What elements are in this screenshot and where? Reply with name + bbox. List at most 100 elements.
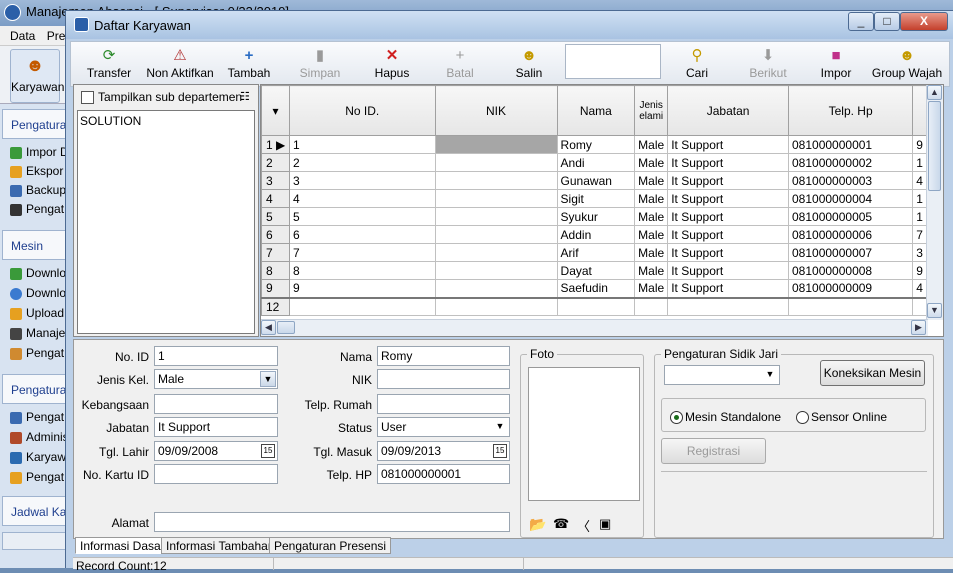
simpan-button[interactable]: ▮ Simpan — [297, 46, 343, 84]
sidebar-item-administrator[interactable]: Adminis — [8, 430, 70, 448]
radio-standalone[interactable] — [670, 411, 683, 424]
cell-jenis[interactable]: Male — [634, 261, 669, 280]
row-number[interactable]: 5 — [261, 207, 290, 226]
cell-nik[interactable] — [434, 153, 558, 172]
radio-online[interactable] — [796, 411, 809, 424]
cell-nama[interactable]: Arif — [556, 243, 636, 262]
menu-data[interactable]: Data — [10, 29, 35, 43]
cell-nama[interactable]: Saefudin — [556, 279, 636, 298]
cell-telp[interactable]: 081000000001 — [787, 135, 914, 154]
transfer-button[interactable]: ⟳ Transfer — [79, 46, 139, 84]
cell-nama[interactable]: Andi — [556, 153, 636, 172]
chevron-down-icon[interactable]: ▼ — [762, 367, 778, 383]
registrasi-button[interactable]: Registrasi — [661, 438, 766, 464]
chevron-down-icon[interactable]: ▼ — [260, 371, 276, 387]
cell-nik[interactable] — [434, 296, 558, 316]
eraser-icon[interactable]: 〈 — [577, 516, 590, 535]
sidebar-item-karyawan[interactable]: Karyaw — [8, 450, 70, 468]
nik-field[interactable] — [377, 369, 510, 389]
cell-jenis[interactable]: Male — [634, 171, 669, 190]
webcam-icon[interactable]: ▣ — [599, 516, 611, 532]
telp-hp-field[interactable]: 081000000001 — [377, 464, 510, 484]
row-number[interactable]: 4 — [261, 189, 290, 208]
cell-noid[interactable]: 1 — [288, 135, 436, 154]
salin-button[interactable]: ☻ Salin — [507, 46, 551, 84]
vertical-scrollbar[interactable]: ▲ ▼ — [926, 85, 943, 320]
cell-telp[interactable] — [787, 296, 914, 316]
cell-jenis[interactable]: Male — [634, 279, 669, 298]
cell-nik[interactable] — [434, 261, 558, 280]
cell-nama[interactable] — [556, 296, 636, 316]
sidebar-item-download-1[interactable]: Downlo — [8, 266, 70, 284]
cell-jabatan[interactable]: It Support — [667, 135, 789, 154]
sidebar-group-pengaturan-2[interactable]: Pengaturan — [2, 374, 70, 404]
table-row[interactable]: 7 7 Arif Male It Support 081000000007 3 — [261, 243, 943, 262]
camera-icon[interactable]: ☎ — [553, 516, 569, 532]
calendar-icon[interactable]: 15 — [493, 444, 507, 458]
cell-nama[interactable]: Syukur — [556, 207, 636, 226]
vertical-scroll-thumb[interactable] — [928, 101, 941, 191]
row-number[interactable]: 1 ▶ — [261, 135, 290, 154]
table-row[interactable]: 9 9 Saefudin Male It Support 08100000000… — [261, 279, 943, 298]
batal-button[interactable]: + Batal — [439, 46, 481, 84]
cell-nik[interactable] — [434, 279, 558, 298]
cell-telp[interactable]: 081000000008 — [787, 261, 914, 280]
sidebar-item-pengat-2[interactable]: Pengat — [8, 470, 70, 488]
cell-telp[interactable]: 081000000007 — [787, 243, 914, 262]
scroll-up-icon[interactable]: ▲ — [927, 85, 942, 100]
cell-noid[interactable]: 5 — [288, 207, 436, 226]
row-number[interactable]: 6 — [261, 225, 290, 244]
department-tree[interactable]: SOLUTION — [77, 110, 255, 334]
cell-noid[interactable] — [288, 296, 436, 316]
sidebar-item-download-2[interactable]: Downlo — [8, 286, 70, 304]
impor-button[interactable]: ■ Impor — [817, 46, 855, 84]
tgl-masuk-field[interactable]: 09/09/2013 15 — [377, 441, 510, 461]
cell-jenis[interactable]: Male — [634, 243, 669, 262]
column-header-jabatan[interactable]: Jabatan — [667, 85, 789, 136]
cell-noid[interactable]: 7 — [288, 243, 436, 262]
cell-telp[interactable]: 081000000003 — [787, 171, 914, 190]
table-row[interactable]: 3 3 Gunawan Male It Support 081000000003… — [261, 171, 943, 190]
row-number[interactable]: 12 — [261, 296, 290, 316]
sidebar-item-pengaturan-mesin[interactable]: Pengat — [8, 346, 70, 364]
cell-jenis[interactable]: Male — [634, 189, 669, 208]
table-row[interactable]: 6 6 Addin Male It Support 081000000006 7 — [261, 225, 943, 244]
tambah-button[interactable]: + Tambah — [223, 46, 275, 84]
menu-pre[interactable]: Pre — [47, 29, 66, 43]
cell-nik[interactable] — [434, 225, 558, 244]
cell-jabatan[interactable]: It Support — [667, 243, 789, 262]
sidebar-group-mesin[interactable]: Mesin — [2, 230, 70, 260]
row-number[interactable]: 9 — [261, 279, 290, 298]
department-item[interactable]: SOLUTION — [80, 114, 252, 128]
row-number[interactable]: 2 — [261, 153, 290, 172]
horizontal-scrollbar[interactable]: ◀ ▶ — [261, 319, 928, 336]
karyawan-button[interactable]: ☻ Karyawan — [10, 49, 64, 103]
cell-noid[interactable]: 9 — [288, 279, 436, 298]
kebangsaan-field[interactable] — [154, 394, 278, 414]
no-id-field[interactable]: 1 — [154, 346, 278, 366]
search-input[interactable] — [565, 44, 661, 79]
nama-field[interactable]: Romy — [377, 346, 510, 366]
cell-jabatan[interactable]: It Support — [667, 261, 789, 280]
tab-pengaturan-presensi[interactable]: Pengaturan Presensi — [269, 537, 392, 554]
table-row[interactable]: 8 8 Dayat Male It Support 081000000008 9 — [261, 261, 943, 280]
jabatan-field[interactable]: It Support — [154, 417, 278, 437]
group-wajah-button[interactable]: ☻ Group Wajah — [871, 46, 943, 84]
nonaktif-button[interactable]: ⚠ Non Aktifkan — [143, 46, 217, 84]
cell-jenis[interactable]: Male — [634, 207, 669, 226]
cell-noid[interactable]: 6 — [288, 225, 436, 244]
table-row[interactable]: 4 4 Sigit Male It Support 081000000004 1 — [261, 189, 943, 208]
table-row[interactable]: 5 5 Syukur Male It Support 081000000005 … — [261, 207, 943, 226]
cell-jabatan[interactable]: It Support — [667, 171, 789, 190]
cell-telp[interactable]: 081000000004 — [787, 189, 914, 208]
cell-nik[interactable] — [434, 189, 558, 208]
chevron-down-icon[interactable]: ▼ — [492, 419, 508, 435]
maximize-button[interactable]: □ — [874, 12, 900, 31]
sidebar-collapsed-group[interactable] — [2, 532, 70, 550]
cell-jenis[interactable]: Male — [634, 135, 669, 154]
cell-nik[interactable] — [434, 243, 558, 262]
berikut-button[interactable]: ⬇ Berikut — [743, 46, 793, 84]
cell-nik[interactable] — [434, 171, 558, 190]
cell-nik[interactable] — [434, 207, 558, 226]
scroll-down-icon[interactable]: ▼ — [927, 303, 942, 318]
